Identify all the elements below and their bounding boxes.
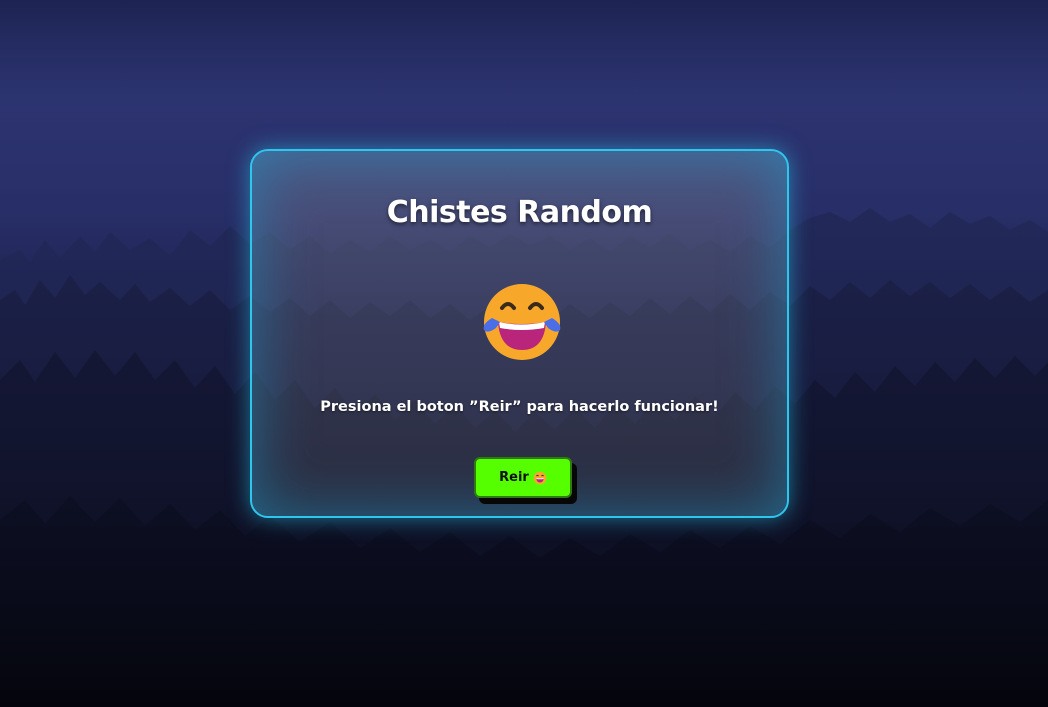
instruction-text: Presiona el boton ”Reir” para hacerlo fu… xyxy=(320,399,719,415)
page-background: Chistes Random Presiona el boton ”Reir” … xyxy=(0,0,1048,707)
face-with-tears-of-joy-icon xyxy=(483,284,561,360)
laughing-face-icon xyxy=(533,471,547,484)
card-title: Chistes Random xyxy=(386,195,653,230)
laugh-button-label: Reir xyxy=(499,470,529,485)
joke-card: Chistes Random Presiona el boton ”Reir” … xyxy=(250,149,789,518)
laugh-button[interactable]: Reir xyxy=(474,457,572,498)
